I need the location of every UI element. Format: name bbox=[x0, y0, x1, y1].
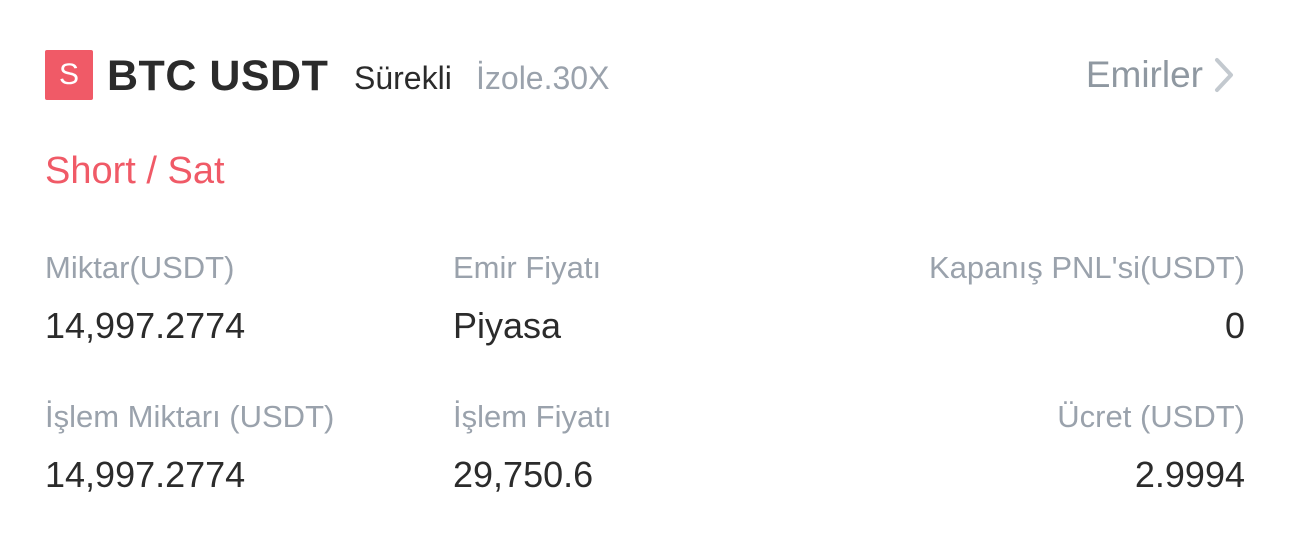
close-pnl-cell: Kapanış PNL'si(USDT) 0 bbox=[865, 248, 1245, 348]
order-price-value: Piyasa bbox=[453, 305, 562, 346]
order-price-label: Emir Fiyatı bbox=[453, 250, 602, 285]
fee-value: 2.9994 bbox=[1134, 454, 1245, 495]
trading-pair: BTC USDT bbox=[107, 52, 329, 100]
order-price-cell: Emir Fiyatı Piyasa bbox=[453, 248, 833, 348]
contract-type: Sürekli bbox=[354, 60, 452, 96]
order-header: S BTC USDT Sürekli İzole.30X Emirler bbox=[45, 50, 1245, 102]
quantity-label: Miktar(USDT) bbox=[45, 250, 235, 285]
quantity-value: 14,997.2774 bbox=[45, 305, 246, 346]
margin-mode-leverage: İzole.30X bbox=[476, 60, 610, 96]
trade-amount-cell: İşlem Miktarı (USDT) 14,997.2774 bbox=[45, 397, 425, 497]
trade-price-cell: İşlem Fiyatı 29,750.6 bbox=[453, 397, 833, 497]
fee-label: Ücret (USDT) bbox=[1057, 399, 1245, 434]
fee-cell: Ücret (USDT) 2.9994 bbox=[865, 397, 1245, 497]
orders-link-label: Emirler bbox=[1085, 54, 1203, 95]
trade-price-label: İşlem Fiyatı bbox=[453, 399, 612, 434]
quantity-cell: Miktar(USDT) 14,997.2774 bbox=[45, 248, 425, 348]
order-side: Short / Sat bbox=[45, 150, 225, 192]
trade-price-value: 29,750.6 bbox=[453, 454, 594, 495]
chevron-right-icon bbox=[1213, 57, 1235, 93]
trade-amount-value: 14,997.2774 bbox=[45, 454, 246, 495]
close-pnl-label: Kapanış PNL'si(USDT) bbox=[928, 250, 1245, 285]
trade-amount-label: İşlem Miktarı (USDT) bbox=[45, 399, 335, 434]
close-pnl-value: 0 bbox=[1224, 305, 1245, 346]
orders-link[interactable]: Emirler bbox=[1086, 54, 1235, 96]
short-side-badge: S bbox=[45, 50, 93, 100]
